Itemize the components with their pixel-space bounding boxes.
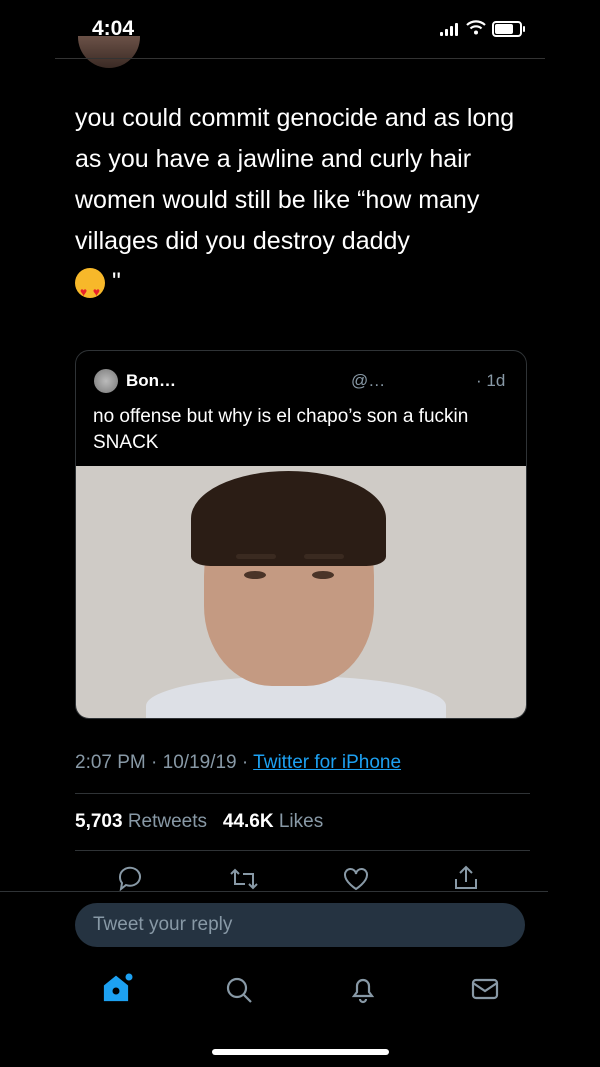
tweet-text: you could commit genocide and as long as… — [75, 98, 545, 313]
tweet-meta: 2:07 PM · 10/19/19 · Twitter for iPhone — [75, 752, 401, 774]
divider — [55, 58, 545, 59]
retweets-stat[interactable]: 5,703 Retweets — [75, 811, 207, 832]
tweet-time: 2:07 PM — [75, 752, 146, 773]
photo-eye-right — [312, 571, 334, 579]
share-icon[interactable] — [452, 864, 480, 897]
photo-brow-left — [236, 554, 276, 559]
home-icon[interactable] — [102, 972, 134, 1009]
photo-eye-left — [244, 571, 266, 579]
meta-separator: · — [151, 752, 158, 773]
quoted-avatar — [94, 369, 118, 393]
tweet-closing-quote: " — [111, 268, 121, 296]
quoted-author-name: Bon… — [126, 371, 177, 390]
reply-input[interactable]: Tweet your reply — [75, 903, 525, 947]
quoted-author-handle: @… — [351, 371, 386, 390]
tweet-source-link[interactable]: Twitter for iPhone — [253, 752, 401, 773]
tweet-body: you could commit genocide and as long as… — [75, 104, 515, 255]
quoted-text: no offense but why is el chapo’s son a f… — [93, 406, 469, 453]
tweet-stats: 5,703 Retweets 44.6K Likes — [75, 811, 323, 833]
photo-hair — [191, 471, 386, 566]
search-icon[interactable] — [224, 975, 254, 1010]
messages-icon[interactable] — [470, 976, 500, 1007]
meta-separator-2: · — [241, 752, 249, 773]
divider — [75, 793, 530, 794]
likes-stat[interactable]: 44.6K Likes — [223, 811, 323, 832]
notifications-icon[interactable] — [348, 974, 378, 1009]
quoted-photo[interactable] — [76, 466, 526, 718]
home-indicator[interactable] — [212, 1049, 389, 1055]
reply-icon[interactable] — [116, 866, 144, 897]
battery-icon — [492, 21, 525, 37]
quoted-time: · 1d — [476, 371, 506, 390]
retweets-label: Retweets — [127, 811, 208, 832]
author-avatar[interactable] — [78, 36, 140, 68]
tweet-date: 10/19/19 — [162, 752, 237, 773]
quoted-tweet[interactable]: Bon… @… · 1d no offense but why is el ch… — [75, 350, 527, 719]
retweets-count: 5,703 — [75, 811, 123, 832]
signal-icon — [440, 22, 460, 36]
divider — [0, 891, 548, 892]
wifi-icon — [466, 20, 486, 40]
likes-count: 44.6K — [222, 811, 274, 832]
heart-eyes-emoji-icon — [75, 268, 105, 313]
photo-brow-right — [304, 554, 344, 559]
reply-placeholder: Tweet your reply — [93, 914, 233, 935]
retweet-icon[interactable] — [228, 866, 260, 897]
likes-label: Likes — [278, 811, 324, 832]
divider — [75, 850, 530, 851]
like-icon[interactable] — [342, 866, 370, 897]
